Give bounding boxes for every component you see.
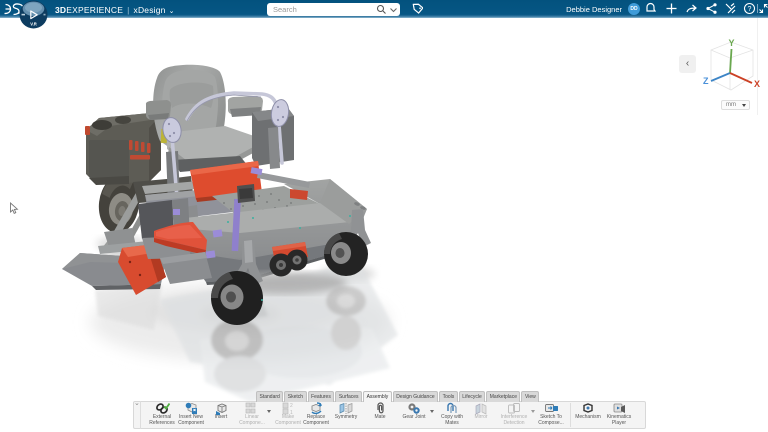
svg-text:V.R: V.R xyxy=(30,22,37,27)
svg-text:X: X xyxy=(754,79,760,89)
svg-text:?: ? xyxy=(748,6,752,13)
svg-text:2: 2 xyxy=(290,403,293,409)
svg-text:Y: Y xyxy=(728,38,734,48)
svg-text:Z: Z xyxy=(703,76,709,86)
svg-text:1: 1 xyxy=(290,410,293,415)
